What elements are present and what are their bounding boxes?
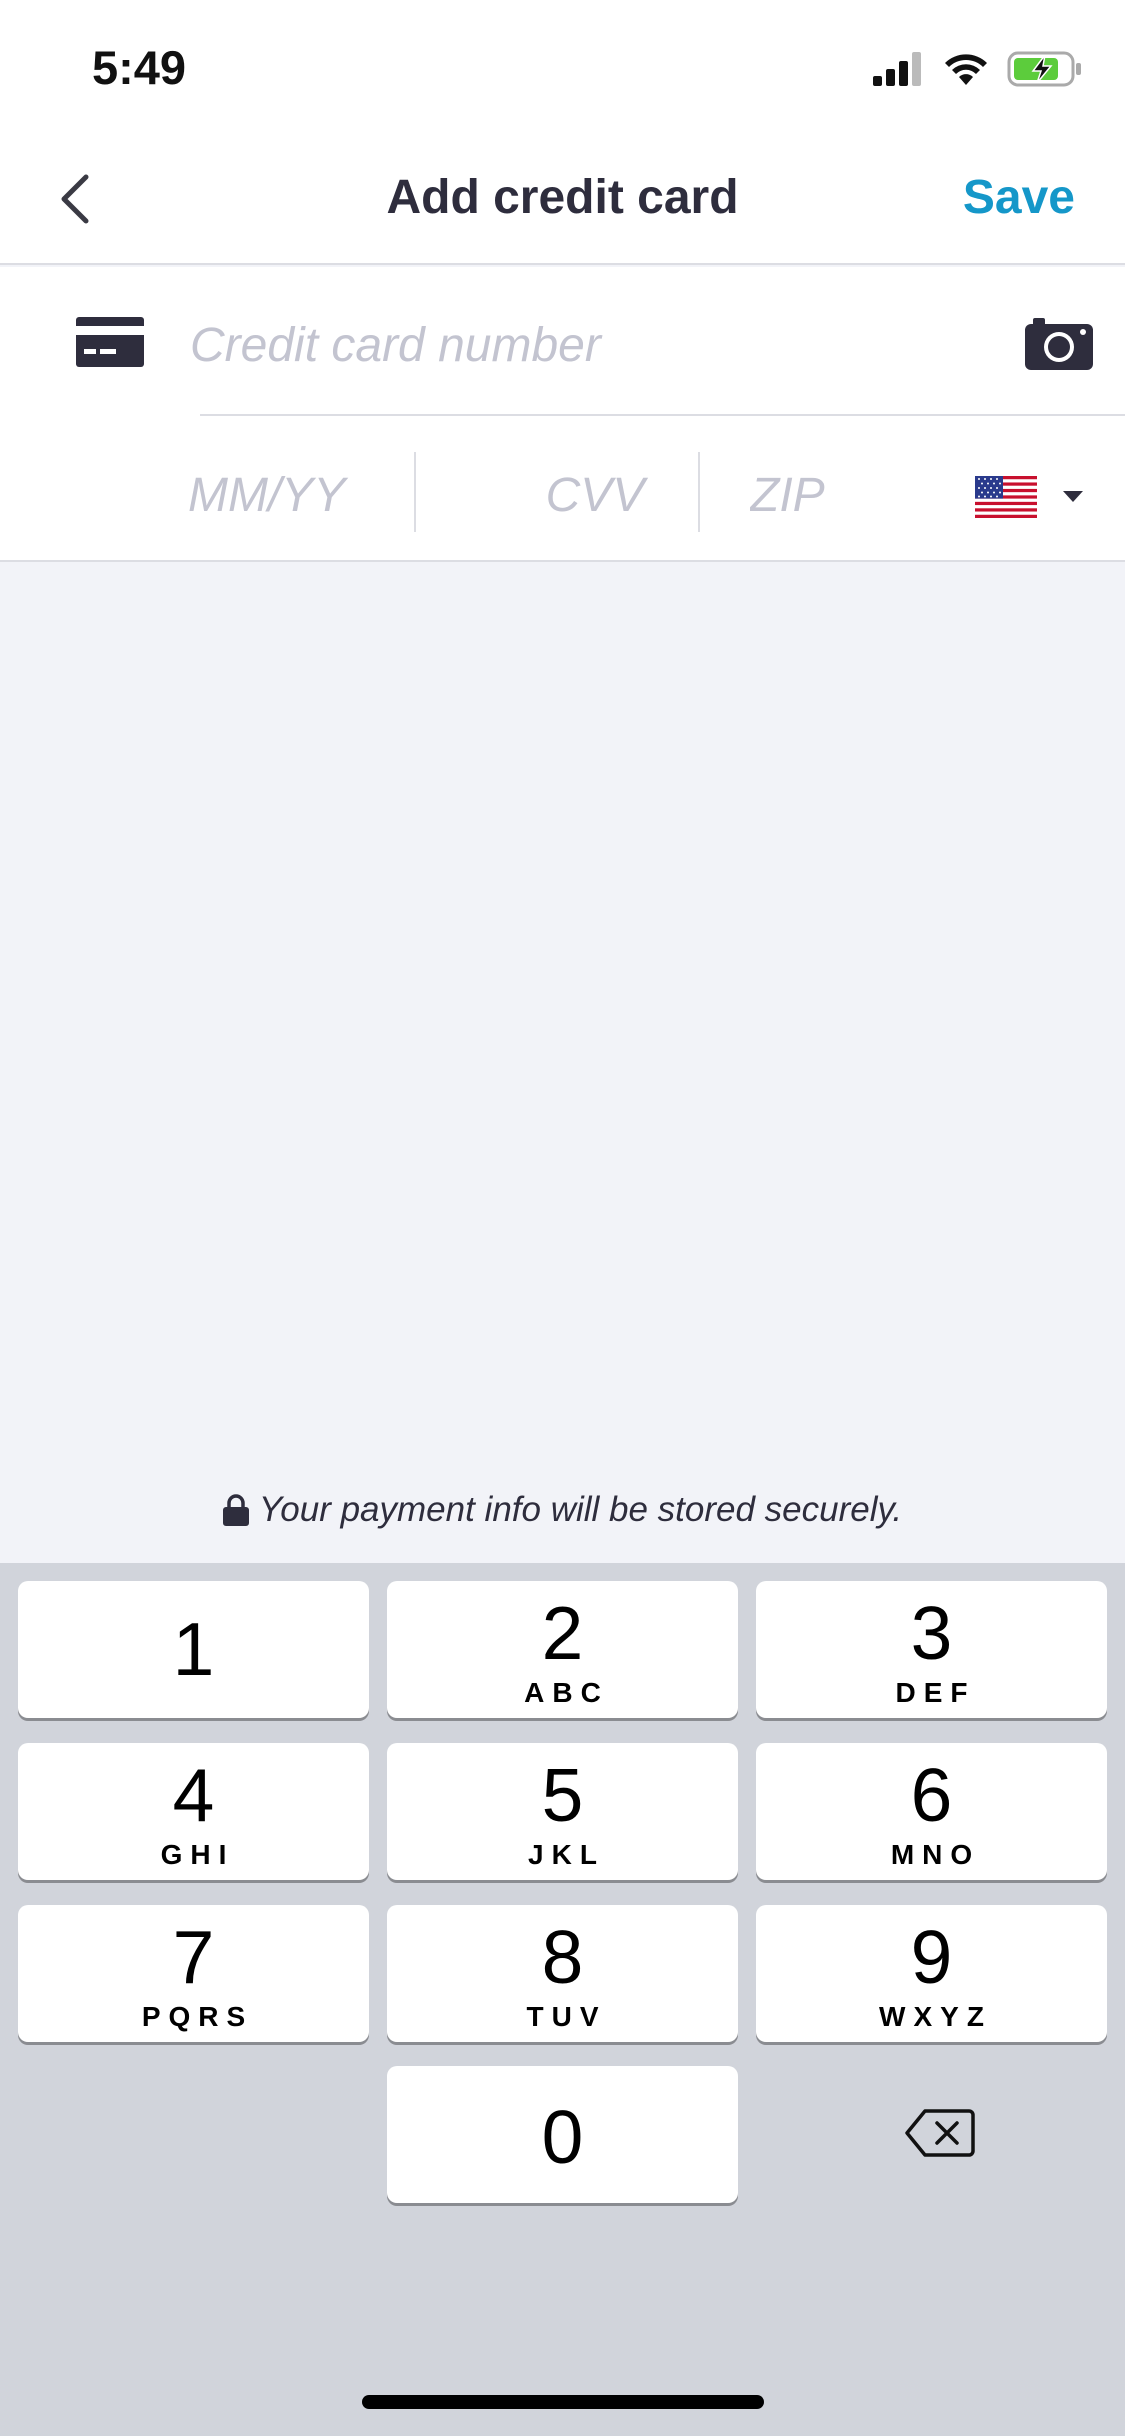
key-digit: 4: [172, 1753, 215, 1837]
key-4[interactable]: 4 GHI: [18, 1743, 369, 1880]
key-8[interactable]: 8 TUV: [387, 1905, 738, 2042]
key-letters: JKL: [528, 1839, 605, 1870]
key-letters: PQRS: [141, 2001, 254, 2032]
key-digit: 7: [172, 1915, 215, 1999]
key-digit: 2: [541, 1591, 584, 1675]
key-letters: MNO: [890, 1839, 981, 1870]
status-icons: [873, 46, 1083, 92]
status-bar: 5:49: [0, 0, 1125, 132]
key-1[interactable]: 1: [18, 1581, 369, 1718]
cellular-signal-icon: [873, 52, 921, 86]
camera-icon: [1025, 318, 1093, 370]
numeric-keyboard: 1 2 ABC 3 DEF 4 GHI 5 JKL 6 MNO 7 PQRS 8…: [0, 1563, 1125, 2436]
status-time: 5:49: [92, 41, 187, 94]
caret-down-icon: [1063, 491, 1083, 502]
key-letters: GHI: [160, 1839, 235, 1870]
field-divider: [698, 452, 700, 532]
nav-bar: Add credit card Save: [0, 132, 1125, 265]
key-6[interactable]: 6 MNO: [756, 1743, 1107, 1880]
expiry-input[interactable]: [188, 455, 388, 535]
card-number-input[interactable]: [190, 305, 990, 385]
key-3[interactable]: 3 DEF: [756, 1581, 1107, 1718]
key-2[interactable]: 2 ABC: [387, 1581, 738, 1718]
credit-card-icon: [76, 317, 144, 367]
page-title: Add credit card: [386, 171, 739, 224]
delete-key[interactable]: [880, 2083, 1000, 2183]
secure-note: Your payment info will be stored securel…: [0, 1490, 1125, 1530]
row-divider: [200, 414, 1125, 416]
lock-icon: [222, 1494, 249, 1526]
key-letters: WXYZ: [879, 2001, 992, 2032]
key-digit: 8: [541, 1915, 584, 1999]
key-digit: 5: [541, 1753, 584, 1837]
key-7[interactable]: 7 PQRS: [18, 1905, 369, 2042]
key-digit: 3: [910, 1591, 953, 1675]
key-letters: ABC: [524, 1677, 609, 1708]
save-button[interactable]: Save: [963, 170, 1075, 225]
us-flag-icon: [975, 476, 1037, 518]
key-letters: DEF: [895, 1677, 976, 1708]
country-select[interactable]: [975, 462, 1105, 532]
key-0[interactable]: 0: [387, 2066, 738, 2203]
key-digit: 9: [910, 1915, 953, 1999]
wifi-icon: [945, 54, 987, 85]
backspace-icon: [905, 2109, 975, 2157]
key-5[interactable]: 5 JKL: [387, 1743, 738, 1880]
key-digit: 6: [910, 1753, 953, 1837]
key-letters: TUV: [526, 2001, 607, 2032]
key-digit: 1: [172, 1607, 215, 1691]
secure-note-text: Your payment info will be stored securel…: [258, 1490, 903, 1529]
key-9[interactable]: 9 WXYZ: [756, 1905, 1107, 2042]
cvv-input[interactable]: [500, 455, 690, 535]
field-divider: [414, 452, 416, 532]
credit-card-form: [0, 267, 1125, 562]
key-digit: 0: [541, 2095, 584, 2179]
zip-input[interactable]: [750, 455, 950, 535]
home-indicator: [362, 2395, 764, 2409]
scan-card-button[interactable]: [1023, 307, 1095, 379]
battery-charging-icon: [1007, 51, 1081, 87]
